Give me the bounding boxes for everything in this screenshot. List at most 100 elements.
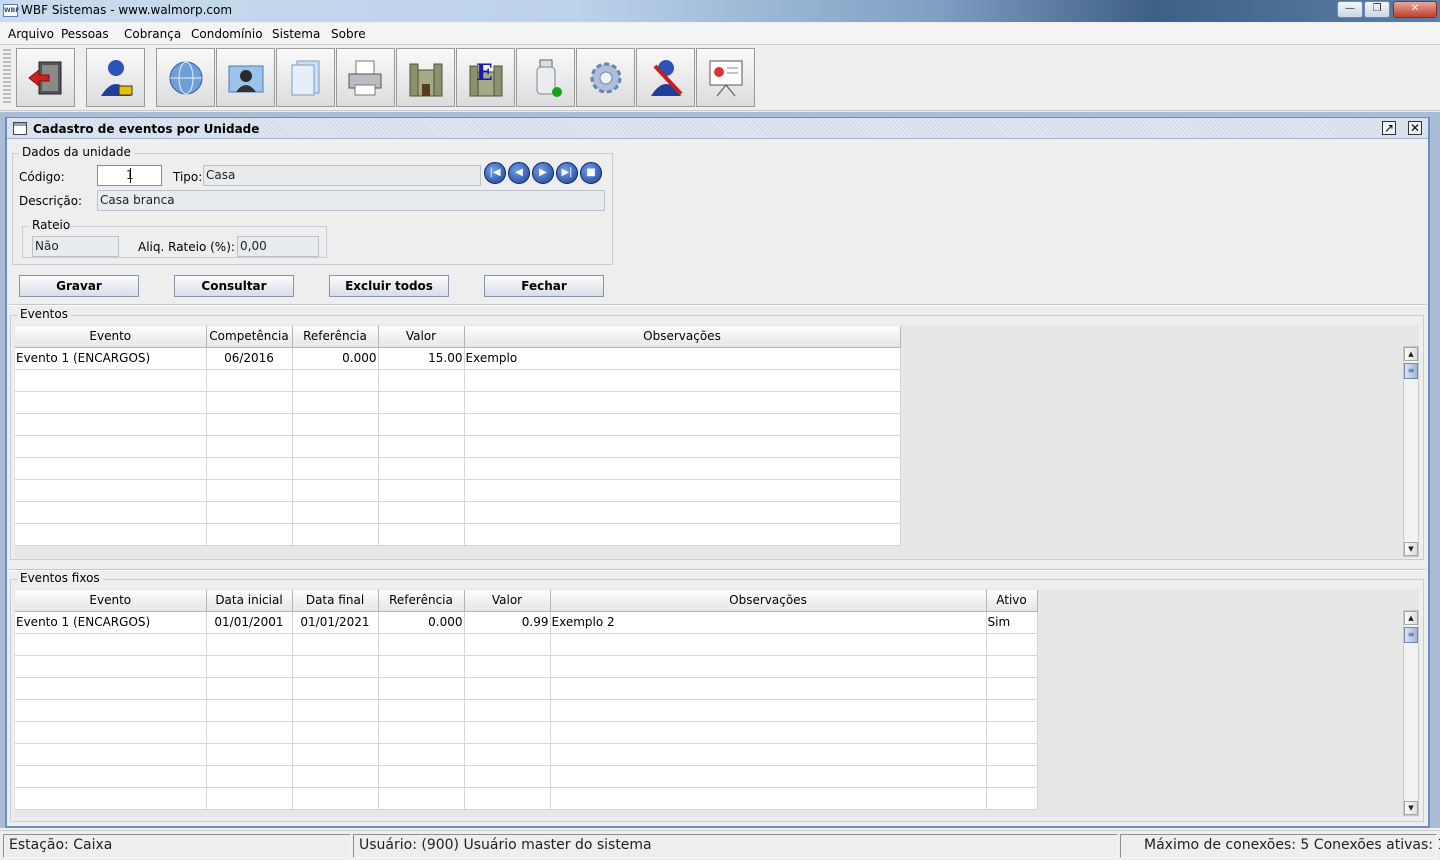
maximize-button[interactable]: ❐ [1364, 1, 1390, 18]
eventos-table: Evento Competência Referência Valor Obse… [15, 326, 901, 546]
cell-referencia[interactable]: 0.000 [378, 611, 465, 634]
table-row[interactable] [15, 479, 901, 502]
cell-evento[interactable]: Evento 1 (ENCARGOS) [15, 611, 207, 634]
col-valor[interactable]: Valor [464, 590, 551, 612]
table-row[interactable] [15, 501, 901, 524]
toolbar-backup-button[interactable] [516, 48, 575, 107]
menu-bar: Arquivo Pessoas Cobrança Condomínio Sist… [0, 23, 1440, 45]
col-data-inicial[interactable]: Data inicial [206, 590, 293, 612]
svg-text:E: E [476, 60, 493, 86]
minimize-button[interactable]: — [1337, 1, 1363, 18]
nav-stop-button[interactable]: ■ [580, 162, 602, 184]
toolbar-grip[interactable] [3, 49, 11, 105]
menu-pessoas[interactable]: Pessoas [61, 27, 109, 41]
table-row[interactable] [15, 457, 901, 480]
toolbar-exit-button[interactable] [16, 48, 75, 107]
col-evento[interactable]: Evento [15, 590, 207, 612]
menu-sobre[interactable]: Sobre [331, 27, 366, 41]
cell-ativo[interactable]: Sim [986, 611, 1038, 634]
table-row[interactable] [15, 369, 901, 392]
arrow-down-icon: ▼ [1408, 545, 1414, 553]
toolbar-condominium-button[interactable] [396, 48, 455, 107]
table-row[interactable] [15, 523, 901, 546]
scroll-down-button[interactable]: ▼ [1404, 801, 1418, 815]
scroll-up-button[interactable]: ▲ [1404, 347, 1418, 361]
nav-first-button[interactable]: |◀ [484, 162, 506, 184]
last-record-icon: ▶| [561, 167, 573, 178]
aliq-rateio-label: Aliq. Rateio (%): [138, 240, 235, 254]
eventos-fixos-table: Evento Data inicial Data final Referênci… [15, 590, 1038, 810]
close-button[interactable]: ✕ [1393, 1, 1437, 18]
table-row[interactable] [15, 655, 1038, 678]
toolbar-condominium-events-button[interactable]: E [456, 48, 515, 107]
toolbar-print-button[interactable] [336, 48, 395, 107]
user-tools-icon [647, 58, 685, 98]
castle-e-icon: E [467, 58, 505, 98]
col-referencia[interactable]: Referência [292, 326, 379, 348]
table-row[interactable] [15, 787, 1038, 810]
cell-evento[interactable]: Evento 1 (ENCARGOS) [15, 347, 207, 370]
table-row[interactable] [15, 721, 1038, 744]
table-row[interactable] [15, 699, 1038, 722]
usb-drive-icon [527, 58, 565, 98]
col-ativo[interactable]: Ativo [986, 590, 1038, 612]
table-row[interactable] [15, 633, 1038, 656]
frame-maximize-button[interactable]: ↗ [1382, 121, 1396, 135]
scroll-thumb[interactable]: ≡ [1404, 363, 1418, 379]
table-row[interactable] [15, 435, 901, 458]
cell-data-final[interactable]: 01/01/2021 [292, 611, 379, 634]
contact-folder-icon [227, 58, 265, 98]
cell-observacoes[interactable]: Exemplo 2 [550, 611, 987, 634]
col-data-final[interactable]: Data final [292, 590, 379, 612]
nav-next-button[interactable]: ▶ [532, 162, 554, 184]
col-observacoes[interactable]: Observações [464, 326, 901, 348]
menu-sistema[interactable]: Sistema [272, 27, 320, 41]
scroll-up-button[interactable]: ▲ [1404, 611, 1418, 625]
col-competencia[interactable]: Competência [206, 326, 293, 348]
restore-icon: ❐ [1372, 3, 1382, 14]
scroll-down-button[interactable]: ▼ [1404, 542, 1418, 556]
nav-last-button[interactable]: ▶| [556, 162, 578, 184]
consultar-button[interactable]: Consultar [174, 275, 294, 297]
printer-icon [347, 58, 385, 98]
toolbar-user-admin-button[interactable] [636, 48, 695, 107]
cell-valor[interactable]: 0.99 [464, 611, 551, 634]
toolbar-settings-button[interactable] [576, 48, 635, 107]
toolbar-contacts-button[interactable] [216, 48, 275, 107]
menu-arquivo[interactable]: Arquivo [8, 27, 54, 41]
table-row[interactable] [15, 765, 1038, 788]
col-evento[interactable]: Evento [15, 326, 207, 348]
eventos-vertical-scrollbar[interactable]: ▲ ≡ ▼ [1403, 346, 1419, 557]
scroll-thumb[interactable]: ≡ [1404, 627, 1418, 643]
cell-observacoes[interactable]: Exemplo [464, 347, 901, 370]
codigo-input[interactable]: 1 [97, 165, 162, 186]
toolbar-presentation-button[interactable] [696, 48, 755, 107]
excluir-todos-button[interactable]: Excluir todos [329, 275, 449, 297]
cell-valor[interactable]: 15.00 [378, 347, 465, 370]
col-valor[interactable]: Valor [378, 326, 465, 348]
table-row[interactable] [15, 391, 901, 414]
toolbar-web-button[interactable] [156, 48, 215, 107]
toolbar-users-button[interactable] [86, 48, 145, 107]
eventos-group-title: Eventos [17, 307, 71, 321]
cell-referencia[interactable]: 0.000 [292, 347, 379, 370]
cell-competencia[interactable]: 06/2016 [206, 347, 293, 370]
eventos-fixos-vertical-scrollbar[interactable]: ▲ ≡ ▼ [1403, 610, 1419, 816]
nav-previous-button[interactable]: ◀ [508, 162, 530, 184]
status-usuario: Usuário: (900) Usuário master do sistema [353, 834, 1118, 858]
menu-cobranca[interactable]: Cobrança [124, 27, 181, 41]
gravar-button[interactable]: Gravar [19, 275, 139, 297]
menu-condominio[interactable]: Condomínio [191, 27, 263, 41]
table-row[interactable] [15, 677, 1038, 700]
table-row[interactable]: Evento 1 (ENCARGOS) 06/2016 0.000 15.00 … [15, 347, 901, 370]
toolbar-documents-button[interactable] [276, 48, 335, 107]
table-row[interactable]: Evento 1 (ENCARGOS) 01/01/2001 01/01/202… [15, 611, 1038, 634]
frame-close-button[interactable]: ✕ [1408, 121, 1422, 135]
col-observacoes[interactable]: Observações [550, 590, 987, 612]
cell-data-inicial[interactable]: 01/01/2001 [206, 611, 293, 634]
table-row[interactable] [15, 743, 1038, 766]
table-row[interactable] [15, 413, 901, 436]
col-referencia[interactable]: Referência [378, 590, 465, 612]
fechar-button[interactable]: Fechar [484, 275, 604, 297]
eventos-header-row: Evento Competência Referência Valor Obse… [15, 326, 901, 348]
